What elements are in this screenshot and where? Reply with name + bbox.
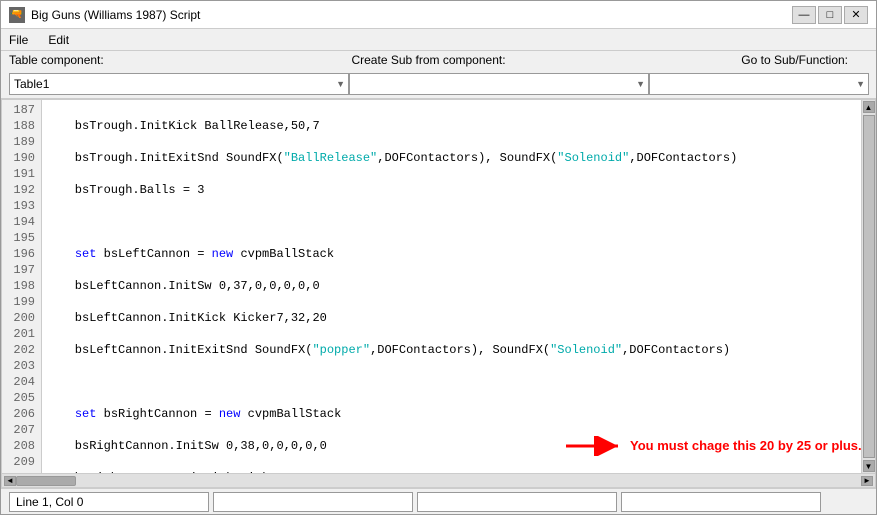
line-numbers: 187 188 189 190 191 192 193 194 195 196 … — [2, 100, 42, 473]
menu-edit[interactable]: Edit — [44, 32, 73, 48]
create-sub-dropdown[interactable] — [349, 73, 649, 95]
table-dropdown-group: Table1 — [9, 73, 349, 95]
vertical-scrollbar[interactable]: ▲ ▼ — [861, 100, 875, 473]
table-dropdown[interactable]: Table1 — [9, 73, 349, 95]
status-section-4 — [621, 492, 821, 512]
close-button[interactable]: ✕ — [844, 6, 868, 24]
table-dropdown-wrapper: Table1 — [9, 73, 349, 95]
scroll-down-button[interactable]: ▼ — [863, 460, 875, 472]
scroll-right-button[interactable]: ► — [861, 476, 873, 486]
create-sub-dropdown-wrapper — [349, 73, 649, 95]
goto-sub-label: Go to Sub/Function: — [568, 53, 868, 67]
goto-sub-dropdown-group — [649, 73, 869, 95]
menu-file[interactable]: File — [5, 32, 32, 48]
window-controls: — □ ✕ — [792, 6, 868, 24]
status-position: Line 1, Col 0 — [9, 492, 209, 512]
minimize-button[interactable]: — — [792, 6, 816, 24]
scroll-h-thumb[interactable] — [16, 476, 76, 486]
horizontal-scrollbar[interactable]: ◄ ► — [2, 473, 875, 487]
status-section-3 — [417, 492, 617, 512]
code-editor: 187 188 189 190 191 192 193 194 195 196 … — [1, 99, 876, 488]
create-sub-label: Create Sub from component: — [289, 53, 569, 67]
title-bar: 🔫 Big Guns (Williams 1987) Script — □ ✕ — [1, 1, 876, 29]
main-window: 🔫 Big Guns (Williams 1987) Script — □ ✕ … — [0, 0, 877, 515]
scroll-left-button[interactable]: ◄ — [4, 476, 16, 486]
dropdowns-row: Table1 — [1, 69, 876, 99]
toolbar-labels: Table component: Create Sub from compone… — [1, 51, 876, 69]
annotation-text: You must chage this 20 by 25 or plus. — [630, 438, 862, 454]
maximize-button[interactable]: □ — [818, 6, 842, 24]
code-scroll[interactable]: 187 188 189 190 191 192 193 194 195 196 … — [2, 100, 875, 473]
title-bar-left: 🔫 Big Guns (Williams 1987) Script — [9, 7, 200, 23]
annotation-arrow — [566, 436, 626, 456]
create-sub-dropdown-group — [349, 73, 649, 95]
scroll-thumb[interactable] — [863, 115, 875, 458]
status-bar: Line 1, Col 0 — [1, 488, 876, 514]
status-section-2 — [213, 492, 413, 512]
goto-sub-dropdown[interactable] — [649, 73, 869, 95]
code-text[interactable]: bsTrough.InitKick BallRelease,50,7 bsTro… — [42, 100, 861, 473]
window-title: Big Guns (Williams 1987) Script — [31, 8, 200, 22]
app-icon: 🔫 — [9, 7, 25, 23]
scroll-up-button[interactable]: ▲ — [863, 101, 875, 113]
menu-bar: File Edit — [1, 29, 876, 51]
goto-sub-dropdown-wrapper — [649, 73, 869, 95]
table-component-label: Table component: — [9, 53, 289, 67]
